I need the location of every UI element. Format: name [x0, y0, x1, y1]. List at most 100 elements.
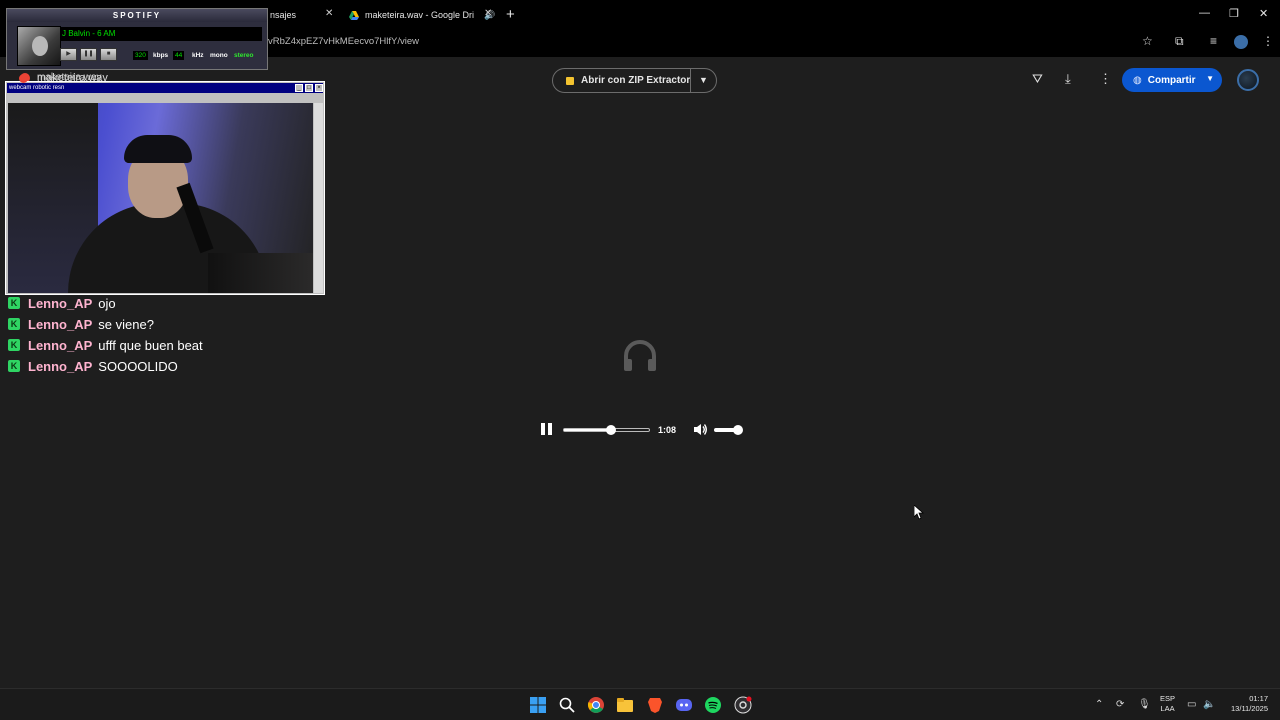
scrollbar[interactable] [314, 103, 323, 293]
chat-username: Lenno_AP [28, 358, 93, 374]
chrome-icon[interactable] [587, 696, 605, 714]
caret-down-icon[interactable]: ▼ [699, 75, 708, 85]
audio-player: 1:08 [530, 418, 750, 442]
bitrate-unit: kbps [153, 52, 169, 59]
stereo-indicator: stereo [234, 52, 254, 59]
close-icon[interactable]: ✕ [325, 8, 333, 19]
chat-text: ojo [98, 295, 116, 311]
windows-start-icon[interactable] [529, 696, 547, 714]
chat-message: K Lenno_AP se viene? [8, 315, 154, 333]
clock[interactable]: 01:17 13/11/2025 [1218, 694, 1268, 714]
mouse-cursor-icon [914, 505, 924, 520]
address-bar[interactable]: vRbZ4xpEZ7vHkMEecvo7HlfY/view [268, 32, 1168, 52]
chat-message: K Lenno_AP ufff que buen beat [8, 336, 203, 354]
chat-text: se viene? [98, 316, 154, 332]
open-with-button[interactable]: Abrir con ZIP Extractor ▼ [552, 68, 717, 93]
mono-indicator: mono [210, 52, 228, 59]
add-to-drive-icon[interactable]: ⛛ [1032, 71, 1043, 87]
divider [690, 69, 691, 92]
volume-thumb[interactable] [733, 425, 743, 435]
globe-icon: ◍ [1133, 74, 1142, 86]
share-button[interactable]: ◍ Compartir ▼ [1122, 68, 1222, 92]
keyboard-layout: LAA [1160, 704, 1175, 713]
language-indicator[interactable]: ESP LAA [1160, 694, 1175, 714]
seek-progress [564, 429, 611, 431]
discord-icon[interactable] [675, 696, 693, 714]
tab-drive-file[interactable]: maketeira.wav - Google Dri 🔊 [349, 4, 495, 26]
chat-username: Lenno_AP [28, 316, 93, 332]
microphone-icon[interactable]: 🎙 [1138, 699, 1151, 710]
bookmark-star-icon[interactable]: ☆ [1142, 34, 1153, 48]
media-control-icon[interactable]: ≡ [1210, 34, 1217, 48]
chat-text: ufff que buen beat [98, 337, 203, 353]
url-text: vRbZ4xpEZ7vHkMEecvo7HlfY/view [268, 36, 419, 47]
clock-time: 01:17 [1249, 694, 1268, 703]
network-icon[interactable]: ▭ [1187, 699, 1196, 710]
pause-button[interactable] [541, 423, 552, 435]
webcam-title: webcam robotic resn [9, 85, 65, 91]
seek-thumb[interactable] [605, 425, 616, 435]
speaker-icon[interactable]: 🔈 [1203, 699, 1215, 710]
album-cover [17, 26, 61, 66]
maximize-icon[interactable]: □ [305, 84, 313, 92]
bitrate-value: 320 [133, 51, 148, 60]
chat-text: SOOOOLIDO [98, 358, 178, 374]
restore-icon[interactable]: ❐ [1229, 7, 1239, 20]
extensions-icon[interactable]: ⧉ [1175, 34, 1184, 49]
kick-badge-icon: K [8, 339, 20, 351]
chat-username: Lenno_AP [28, 337, 93, 353]
close-icon[interactable]: ✕ [484, 8, 492, 19]
track-name: J Balvin - 6 AM [62, 29, 116, 38]
kick-badge-icon: K [8, 318, 20, 330]
browser-menu-icon[interactable]: ⋮ [1262, 34, 1274, 48]
recording-dot-icon [19, 74, 28, 83]
chevron-up-icon[interactable]: ⌃ [1095, 699, 1103, 710]
volume-icon[interactable] [693, 422, 708, 437]
spotify-icon[interactable] [704, 696, 722, 714]
new-tab-button[interactable]: + [506, 6, 515, 23]
minimize-icon[interactable]: — [1199, 7, 1210, 19]
avatar[interactable] [1237, 69, 1259, 91]
webcam-titlebar: webcam robotic resn _ □ × [7, 83, 323, 93]
file-explorer-icon[interactable] [616, 696, 634, 714]
tab-messages[interactable]: nsajes [270, 4, 296, 26]
close-window-icon[interactable]: ✕ [1259, 7, 1268, 20]
stop-button[interactable]: ■ [100, 48, 117, 61]
open-with-label: Abrir con ZIP Extractor [581, 75, 691, 86]
share-label: Compartir [1147, 74, 1196, 86]
current-time: 1:08 [658, 425, 677, 435]
seek-slider[interactable] [563, 425, 650, 435]
file-name-behind-overlay: maketeira.wav [37, 72, 102, 83]
spotify-widget: SPOTIFY J Balvin - 6 AM ▶ ❚❚ ■ 320 kbps … [6, 8, 268, 70]
play-button[interactable]: ▶ [60, 48, 77, 61]
kick-badge-icon: K [8, 297, 20, 309]
minimize-icon[interactable]: _ [295, 84, 303, 92]
sync-icon[interactable]: ⟳ [1116, 699, 1124, 710]
track-display: J Balvin - 6 AM [60, 27, 262, 41]
brave-icon[interactable] [646, 696, 664, 714]
webcam-feed [8, 103, 313, 293]
taskbar: ⌃ ⟳ 🎙 ESP LAA ▭ 🔈 01:17 13/11/2025 [0, 688, 1280, 720]
zip-extractor-icon [566, 76, 574, 85]
close-icon[interactable]: × [315, 84, 323, 92]
pause-button[interactable]: ❚❚ [80, 48, 97, 61]
spotify-title: SPOTIFY [7, 9, 267, 22]
more-options-icon[interactable]: ⋮ [1099, 71, 1112, 87]
kick-badge-icon: K [8, 360, 20, 372]
samplerate-value: 44 [173, 51, 185, 60]
tab-label: nsajes [270, 10, 297, 20]
headphones-icon [624, 340, 656, 371]
language-code: ESP [1160, 694, 1176, 703]
obs-icon[interactable] [734, 696, 752, 714]
webcam-window: webcam robotic resn _ □ × [5, 81, 325, 295]
chat-username: Lenno_AP [28, 295, 93, 311]
search-icon[interactable] [558, 696, 576, 714]
caret-down-icon[interactable]: ▼ [1206, 74, 1214, 83]
download-icon[interactable]: ⤓ [1065, 71, 1071, 87]
tab-label: maketeira.wav - Google Dri [365, 10, 475, 20]
clock-date: 13/11/2025 [1231, 704, 1268, 713]
samplerate-unit: kHz [192, 52, 204, 59]
chat-message: K Lenno_AP SOOOOLIDO [8, 357, 178, 375]
chat-message: K Lenno_AP ojo [8, 294, 116, 312]
profile-icon[interactable] [1234, 35, 1248, 49]
